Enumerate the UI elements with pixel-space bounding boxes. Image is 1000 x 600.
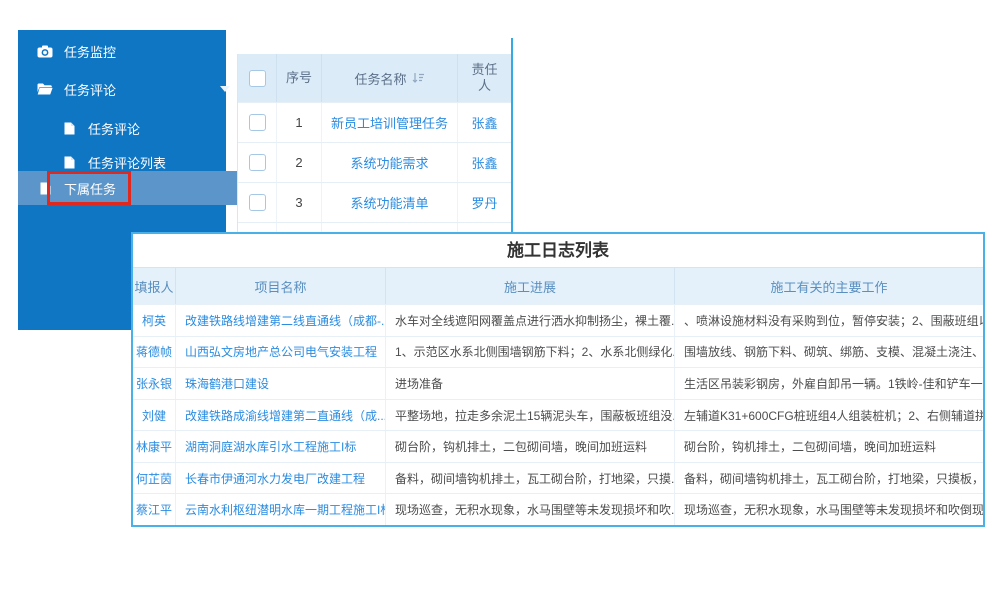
file-icon bbox=[60, 156, 78, 169]
row-checkbox[interactable] bbox=[249, 194, 266, 211]
chevron-down-icon[interactable] bbox=[220, 86, 230, 92]
reporter-cell: 何芷茵 bbox=[133, 463, 176, 494]
project-name-link[interactable]: 云南水利枢纽潜明水库一期工程施工I标 bbox=[176, 494, 386, 525]
table-row: 蒋德帧 山西弘文房地产总公司电气安装工程 1、示范区水系北侧围墙钢筋下料；2、水… bbox=[133, 336, 983, 368]
task-table: 序号 任务名称 责任人 1 新员工培训管理任务 张鑫 2 系统功能需求 张鑫 bbox=[237, 54, 511, 232]
project-name-link[interactable]: 长春市伊通河水力发电厂改建工程 bbox=[176, 463, 386, 494]
row-checkbox-cell bbox=[238, 223, 277, 232]
main-work-cell: 、喷淋设施材料没有采购到位，暂停安装；2、围蔽班组以货... bbox=[675, 305, 983, 336]
main-work-cell: 生活区吊装彩钢房，外雇自卸吊一辆。1铁岭-佳和铲车一台 bbox=[675, 368, 983, 399]
log-table-body: 柯英 改建铁路线增建第二线直通线（成都-... 水车对全线遮阳网覆盖点进行洒水抑… bbox=[133, 304, 983, 525]
project-name-link[interactable]: 改建铁路线增建第二线直通线（成都-... bbox=[176, 305, 386, 336]
header-reporter: 填报人 bbox=[133, 268, 176, 304]
header-project-name: 项目名称 bbox=[176, 268, 386, 304]
reporter-cell: 蔡江平 bbox=[133, 494, 176, 525]
main-work-cell: 左辅道K31+600CFG桩班组4人组装桩机；2、右侧辅道拼宽... bbox=[675, 400, 983, 431]
row-checkbox[interactable] bbox=[249, 114, 266, 131]
header-main-work: 施工有关的主要工作 bbox=[675, 268, 983, 304]
table-row: 张永银 珠海鹤港口建设 进场准备 生活区吊装彩钢房，外雇自卸吊一辆。1铁岭-佳和… bbox=[133, 367, 983, 399]
select-all-checkbox[interactable] bbox=[249, 70, 266, 87]
table-row: 林康平 湖南洞庭湖水库引水工程施工I标 砌台阶，钩机排土，二包砌间墙，晚间加班运… bbox=[133, 430, 983, 462]
header-task-name: 任务名称 bbox=[322, 54, 458, 102]
reporter-cell: 张永银 bbox=[133, 368, 176, 399]
row-checkbox-cell bbox=[238, 103, 277, 142]
header-owner-label: 责任人 bbox=[470, 62, 499, 95]
header-checkbox-cell bbox=[238, 54, 277, 102]
task-name-link[interactable]: 系统功能需求 bbox=[322, 143, 458, 182]
seq-cell: 1 bbox=[277, 103, 322, 142]
project-name-link[interactable]: 改建铁路成渝线增建第二直通线（成... bbox=[176, 400, 386, 431]
table-row: 1 新员工培训管理任务 张鑫 bbox=[238, 102, 511, 142]
project-name-link[interactable]: 珠海鹤港口建设 bbox=[176, 368, 386, 399]
folder-open-icon bbox=[36, 83, 54, 95]
reporter-cell: 林康平 bbox=[133, 431, 176, 462]
sort-icon[interactable] bbox=[412, 72, 425, 84]
main-work-cell: 砌台阶，钩机排土，二包砌间墙，晚间加班运料 bbox=[675, 431, 983, 462]
sidebar-item-subordinate-tasks[interactable]: 下属任务 bbox=[18, 171, 244, 205]
file-icon bbox=[36, 182, 54, 195]
owner-cell bbox=[458, 223, 511, 232]
log-table-header: 填报人 项目名称 施工进展 施工有关的主要工作 bbox=[133, 267, 983, 304]
main-work-cell: 现场巡查，无积水现象，水马围壁等未发现损坏和吹倒现象 ... bbox=[675, 494, 983, 525]
construction-log-panel: 施工日志列表 填报人 项目名称 施工进展 施工有关的主要工作 柯英 改建铁路线增… bbox=[131, 232, 985, 527]
header-progress: 施工进展 bbox=[386, 268, 675, 304]
reporter-cell: 刘健 bbox=[133, 400, 176, 431]
task-name-link[interactable]: 系统功能清单 bbox=[322, 183, 458, 222]
project-name-link[interactable]: 山西弘文房地产总公司电气安装工程 bbox=[176, 337, 386, 368]
row-checkbox[interactable] bbox=[249, 154, 266, 171]
main-work-cell: 备料，砌间墙钩机排土，瓦工砌台阶，打地梁，只摸板，砌... bbox=[675, 463, 983, 494]
table-row: 何芷茵 长春市伊通河水力发电厂改建工程 备料，砌间墙钩机排土，瓦工砌台阶，打地梁… bbox=[133, 462, 983, 494]
table-row: 2 系统功能需求 张鑫 bbox=[238, 142, 511, 182]
progress-cell: 1、示范区水系北侧围墙钢筋下料；2、水系北侧绿化... bbox=[386, 337, 675, 368]
progress-cell: 砌台阶，钩机排土，二包砌间墙，晚间加班运料 bbox=[386, 431, 675, 462]
project-name-link[interactable]: 湖南洞庭湖水库引水工程施工I标 bbox=[176, 431, 386, 462]
task-name-link[interactable]: 新员工培训管理任务 bbox=[322, 103, 458, 142]
seq-cell: 2 bbox=[277, 143, 322, 182]
table-row-clipped bbox=[238, 222, 511, 232]
seq-cell bbox=[277, 223, 322, 232]
reporter-cell: 蒋德帧 bbox=[133, 337, 176, 368]
table-row: 3 系统功能清单 罗丹 bbox=[238, 182, 511, 222]
header-seq: 序号 bbox=[277, 54, 322, 102]
row-checkbox-cell bbox=[238, 143, 277, 182]
sidebar-item-task-monitor[interactable]: 任务监控 bbox=[18, 34, 244, 68]
owner-cell: 张鑫 bbox=[458, 143, 511, 182]
camera-icon bbox=[36, 45, 54, 58]
sidebar-item-label: 任务监控 bbox=[64, 42, 116, 61]
task-table-panel: 序号 任务名称 责任人 1 新员工培训管理任务 张鑫 2 系统功能需求 张鑫 bbox=[237, 38, 513, 232]
progress-cell: 现场巡查，无积水现象，水马围壁等未发现损坏和吹... bbox=[386, 494, 675, 525]
progress-cell: 备料，砌间墙钩机排土，瓦工砌台阶，打地梁，只摸... bbox=[386, 463, 675, 494]
owner-cell: 罗丹 bbox=[458, 183, 511, 222]
table-row: 柯英 改建铁路线增建第二线直通线（成都-... 水车对全线遮阳网覆盖点进行洒水抑… bbox=[133, 304, 983, 336]
row-checkbox-cell bbox=[238, 183, 277, 222]
owner-cell: 张鑫 bbox=[458, 103, 511, 142]
sidebar-item-label: 任务评论 bbox=[88, 119, 140, 138]
progress-cell: 平整场地，拉走多余泥土15辆泥头车，围蔽板班组没... bbox=[386, 400, 675, 431]
header-seq-label: 序号 bbox=[285, 70, 314, 86]
task-table-header: 序号 任务名称 责任人 bbox=[238, 54, 511, 102]
page-title: 施工日志列表 bbox=[133, 234, 983, 267]
sidebar-item-label: 任务评论 bbox=[64, 80, 116, 99]
task-name-cell bbox=[322, 223, 458, 232]
main-work-cell: 围墙放线、钢筋下料、砌筑、绑筋、支模、混凝土浇注、清... bbox=[675, 337, 983, 368]
progress-cell: 进场准备 bbox=[386, 368, 675, 399]
reporter-cell: 柯英 bbox=[133, 305, 176, 336]
sidebar-item-label: 下属任务 bbox=[64, 179, 116, 198]
sidebar-item-task-comment[interactable]: 任务评论 bbox=[18, 111, 268, 145]
header-owner: 责任人 bbox=[458, 54, 511, 102]
sidebar-item-label: 任务评论列表 bbox=[88, 153, 166, 172]
progress-cell: 水车对全线遮阳网覆盖点进行洒水抑制扬尘，裸土覆... bbox=[386, 305, 675, 336]
seq-cell: 3 bbox=[277, 183, 322, 222]
table-row: 蔡江平 云南水利枢纽潜明水库一期工程施工I标 现场巡查，无积水现象，水马围壁等未… bbox=[133, 493, 983, 525]
header-task-name-label: 任务名称 bbox=[354, 69, 406, 88]
sidebar-item-task-comments-group[interactable]: 任务评论 bbox=[18, 72, 244, 106]
table-row: 刘健 改建铁路成渝线增建第二直通线（成... 平整场地，拉走多余泥土15辆泥头车… bbox=[133, 399, 983, 431]
file-icon bbox=[60, 122, 78, 135]
